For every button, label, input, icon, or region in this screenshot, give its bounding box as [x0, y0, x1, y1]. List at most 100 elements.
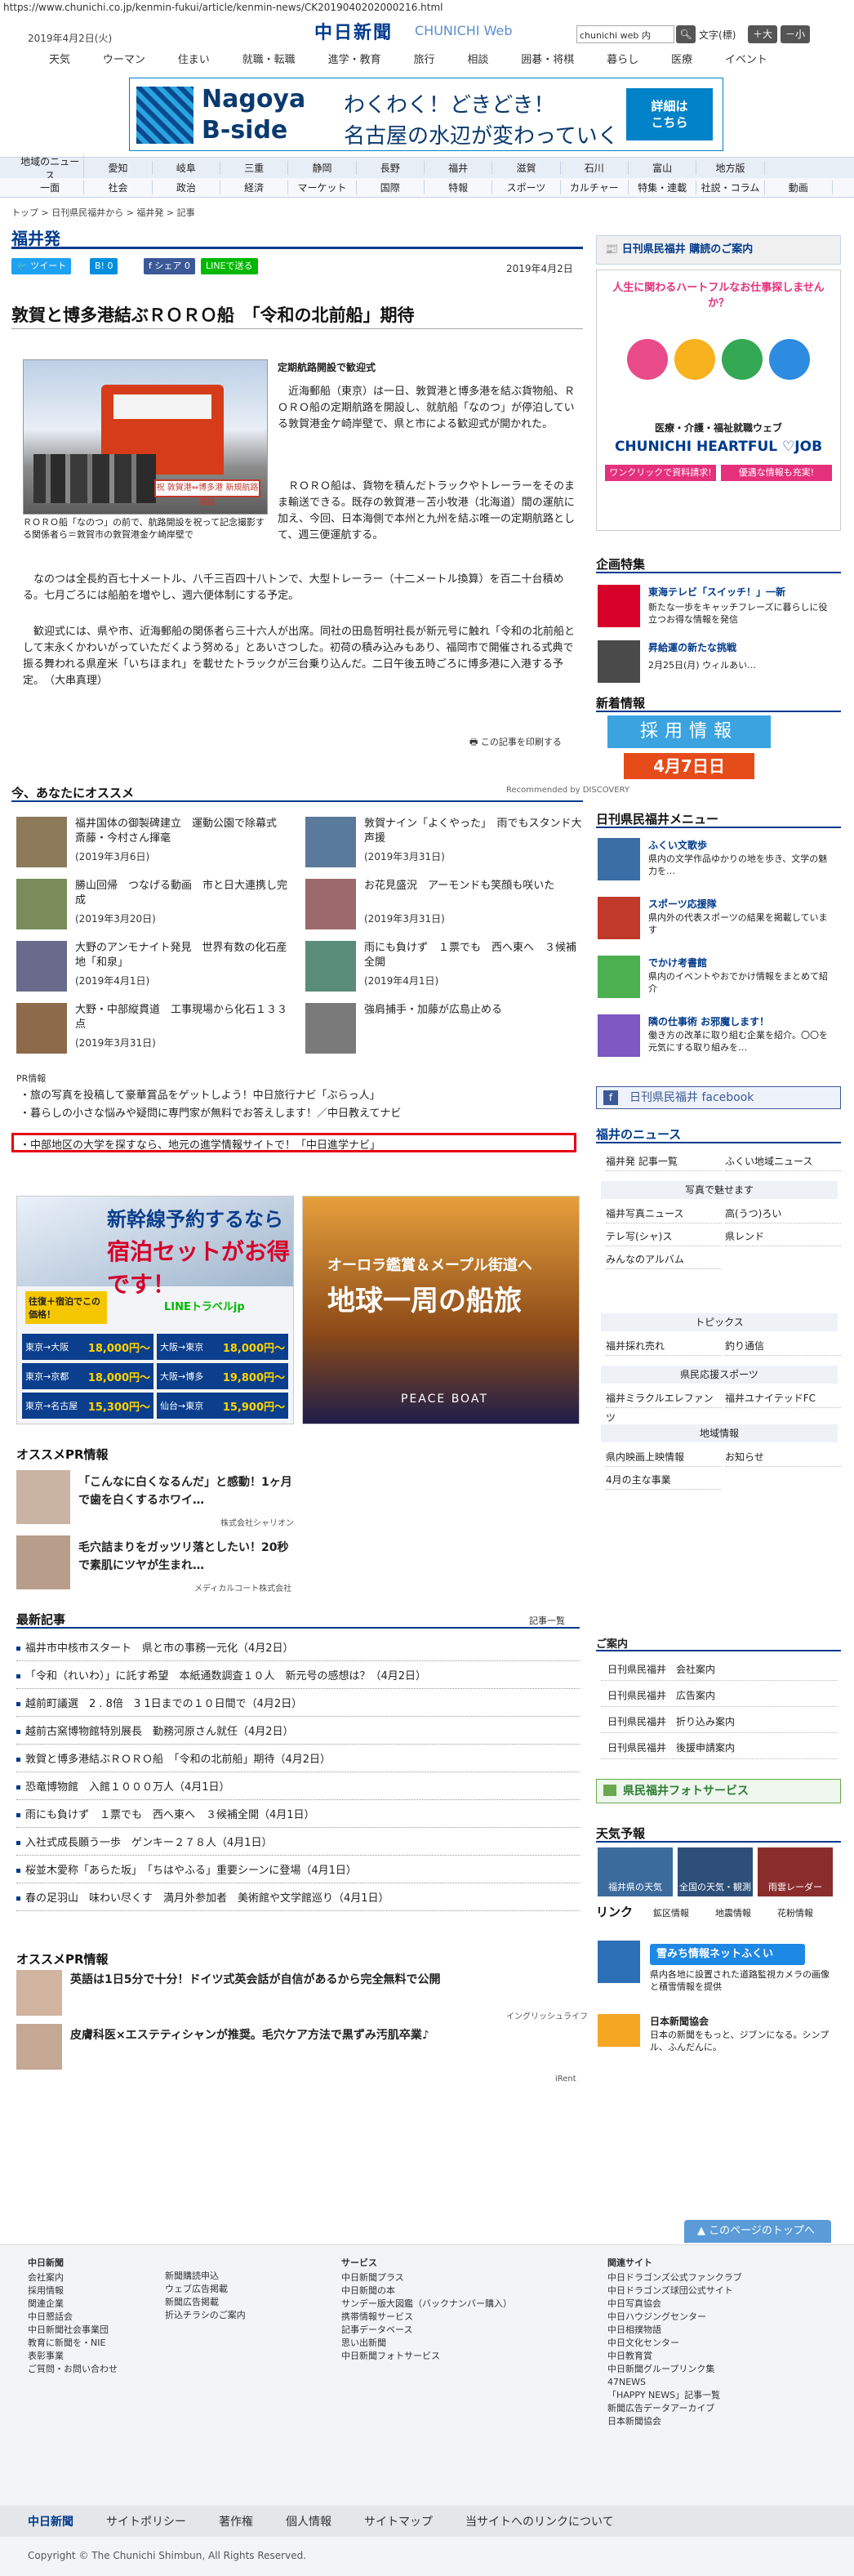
tenki-button[interactable]: 福井県の天気 [598, 1847, 673, 1896]
kikaku-link-1[interactable]: 東海テレビ「スイッチ！」一新 [648, 585, 836, 599]
footer-link[interactable]: ウェブ広告掲載 [165, 2283, 246, 2296]
category-nav-item[interactable]: 特集・連載 [629, 180, 697, 194]
side-link[interactable]: ふくい地域ニュース [725, 1152, 841, 1171]
footer-bar-link[interactable]: 著作権 [219, 2513, 253, 2529]
snow-thumb[interactable] [598, 1941, 640, 1983]
footer-link[interactable]: 思い出新聞 [341, 2337, 512, 2350]
tweet-button[interactable]: 🐦 ツイート [11, 258, 72, 274]
footer-bar-link[interactable]: 個人情報 [286, 2513, 331, 2529]
banner-ad[interactable]: Nagoya B-side わくわく！どきどき！ 名古屋の水辺が変わっていく 詳… [129, 78, 723, 151]
footer-link[interactable]: 中日相撲物語 [607, 2324, 742, 2337]
pr-link-1[interactable]: ・旅の写真を投稿して豪華賞品をゲットしよう！中日旅行ナビ「ぶらっ人」 [20, 1086, 380, 1102]
peaceboat-ad[interactable]: オーロラ鑑賞＆メープル街道へ 地球一周の船旅 PEACE BOAT [302, 1196, 580, 1424]
region-nav-item[interactable]: 岐阜 [153, 161, 220, 175]
category-nav-item[interactable]: 経済 [220, 180, 289, 194]
link-item[interactable]: 地震情報 [715, 1906, 751, 1919]
recommend-thumb[interactable] [16, 817, 67, 867]
annai-link[interactable]: 日刊県民福井 会社案内 [601, 1658, 838, 1681]
latest-item[interactable]: 春の足羽山 味わい尽くす 満月外参加者 美術館や文学館巡り（4月1日） [16, 1887, 580, 1911]
kikaku-thumb-1[interactable] [598, 585, 640, 627]
pr3-link-1[interactable]: 英語は1日5分で十分！ドイツ式英会話が自信があるから完全無料で公開 [70, 1972, 576, 1988]
top-nav-item[interactable]: 天気 [49, 51, 70, 69]
region-nav-item[interactable]: 富山 [629, 161, 697, 175]
recommend-item[interactable]: 敦賀ナイン「よくやった」 雨でもスタンド大声援 (2019年3月31日) [305, 817, 583, 874]
region-nav-item[interactable]: 地方版 [696, 161, 765, 175]
latest-item-text[interactable]: 桜並木愛称「あらた坂」 「ちはやふる」重要シーンに登場（4月1日） [25, 1865, 357, 1877]
latest-item[interactable]: 雨にも負けず １票でも 西へ東へ ３候補全開（4月1日） [16, 1803, 580, 1828]
pr2-link-1[interactable]: 「こんなに白くなるんだ」と感動！1ヶ月で歯を白くするホワイ… [78, 1473, 299, 1509]
top-nav-item[interactable]: 旅行 [413, 51, 434, 69]
latest-item-text[interactable]: 入社式成長願う一歩 ゲンキー２７８人（4月1日） [25, 1837, 273, 1849]
region-nav-item[interactable]: 愛知 [84, 161, 153, 175]
kyokai-link[interactable]: 日本新聞協会 [650, 2014, 838, 2028]
subscribe-link[interactable]: 📰 日刊県民福井 購読のご案内 [596, 235, 841, 265]
menu-link[interactable]: 隣の仕事術 お邪魔します！ [648, 1014, 836, 1028]
footer-link[interactable]: 採用情報 [28, 2284, 118, 2297]
footer-link[interactable]: 「HAPPY NEWS」記事一覧 [607, 2389, 742, 2402]
heartful-job-ad[interactable]: 人生に関わるハートフルなお仕事探しませんか？ 医療・介護・福祉就職ウェブ CHU… [596, 270, 841, 531]
recommend-link[interactable]: 強肩捕手・加藤が広島止める [364, 1003, 585, 1018]
menu-thumb[interactable] [598, 956, 640, 998]
latest-item[interactable]: 恐竜博物館 入館１０００万人（4月1日） [16, 1776, 580, 1800]
top-nav-item[interactable]: 暮らし [607, 51, 638, 69]
footer-link[interactable]: 47NEWS [607, 2376, 742, 2389]
recommend-thumb[interactable] [16, 879, 67, 929]
category-nav-item[interactable]: 政治 [153, 180, 220, 194]
kyokai-thumb[interactable] [598, 2014, 640, 2047]
menu-thumb[interactable] [598, 1014, 640, 1057]
latest-item[interactable]: 越前古窯博物館特別展長 勤務河原さん就任（4月2日） [16, 1720, 580, 1745]
recommend-link[interactable]: 大野のアンモナイト発見 世界有数の化石産地「和泉」 [75, 941, 296, 970]
recommend-thumb[interactable] [16, 941, 67, 992]
annai-link[interactable]: 日刊県民福井 折り込み案内 [601, 1710, 838, 1733]
footer-link[interactable]: 中日懇話会 [28, 2311, 118, 2324]
footer-link[interactable]: 携帯情報サービス [341, 2311, 512, 2324]
pr2-thumb-1[interactable] [16, 1470, 70, 1524]
latest-item-text[interactable]: 福井市中核市スタート 県と市の事務一元化（4月2日） [25, 1642, 294, 1655]
pr-link-2[interactable]: ・暮らしの小さな悩みや疑問に専門家が無料でお答えします！／中日教えてナビ [20, 1104, 401, 1120]
footer-link[interactable]: 中日新聞プラス [341, 2271, 512, 2284]
footer-link[interactable]: サンデー版大図鑑（バックナンバー購入） [341, 2297, 512, 2311]
latest-item-text[interactable]: 越前町議選 2 . 8倍 3 1日までの１０日間で（4月2日） [25, 1698, 302, 1710]
shinkansen-ad[interactable]: 新幹線予約するなら 宿泊セットがお得です！ 往復＋宿泊でこの価格！ LINEトラ… [16, 1196, 294, 1424]
annai-link[interactable]: 日刊県民福井 後援申請案内 [601, 1736, 838, 1759]
latest-item[interactable]: 入社式成長願う一歩 ゲンキー２７８人（4月1日） [16, 1831, 580, 1856]
latest-item[interactable]: 越前町議選 2 . 8倍 3 1日までの１０日間で（4月2日） [16, 1692, 580, 1717]
category-nav-item[interactable]: マーケット [288, 180, 357, 194]
footer-link[interactable]: 関連企業 [28, 2297, 118, 2311]
latest-item-text[interactable]: 敦賀と博多港結ぶＲＯＲＯ船 「令和の北前船」期待（4月2日） [25, 1754, 331, 1766]
side-link[interactable]: 県内映画上映情報 [606, 1447, 722, 1467]
footer-link[interactable]: 中日教育賞 [607, 2350, 742, 2363]
footer-link[interactable]: 中日新聞グループリンク集 [607, 2363, 742, 2376]
hatena-button[interactable]: B! 0 [90, 258, 118, 274]
recommend-item[interactable]: お花見盛況 アーモンドも笑顔も咲いた (2019年3月31日) [305, 879, 583, 936]
footer-link[interactable]: 中日新聞フォトサービス [341, 2350, 512, 2363]
menu-thumb[interactable] [598, 838, 640, 880]
font-large-button[interactable]: ＋大 [748, 25, 777, 43]
footer-link[interactable]: 会社案内 [28, 2271, 118, 2284]
top-nav-item[interactable]: 相談 [467, 51, 488, 69]
menu-link[interactable]: ふくい文歌歩 [648, 838, 836, 852]
footer-bar-link[interactable]: サイトポリシー [106, 2513, 186, 2529]
category-nav-item[interactable]: スポーツ [492, 180, 561, 194]
latest-item-text[interactable]: 「令和（れいわ）」に託す希望 本紙通数調査１０人 新元号の感想は？（4月2日） [25, 1670, 426, 1682]
footer-link[interactable]: 日本新聞協会 [607, 2415, 742, 2428]
region-nav-item[interactable]: 長野 [357, 161, 425, 175]
footer-link[interactable]: ご質問・お問い合わせ [28, 2363, 118, 2376]
article-photo[interactable]: 祝 敦賀港⇔博多港 新規航路開設 [23, 359, 268, 515]
print-link[interactable]: 🖶 この記事を印刷する [469, 735, 562, 751]
region-nav-item[interactable]: 滋賀 [492, 161, 561, 175]
site-logo-web[interactable]: CHUNICHI Web [415, 23, 513, 38]
category-nav-item[interactable]: 社会 [84, 180, 153, 194]
side-link[interactable]: テレ写(シャ)ス [606, 1227, 722, 1246]
recommend-thumb[interactable] [16, 1003, 67, 1054]
pr3-thumb-1[interactable] [16, 1970, 62, 2016]
side-link[interactable]: 福井採れ売れ [606, 1336, 722, 1356]
facebook-link[interactable]: f 日刊県民福井 facebook [596, 1086, 841, 1109]
side-link[interactable]: 4月の主な事業 [606, 1470, 722, 1490]
heartful-ad-cta[interactable]: ワンクリックで資料請求! [605, 465, 716, 481]
pr-link-3[interactable]: ・中部地区の大学を探すなら、地元の進学情報サイトで！「中日進学ナビ」 [20, 1136, 380, 1152]
region-nav-item[interactable]: 福井 [425, 161, 493, 175]
category-nav-item[interactable]: カルチャー [561, 180, 629, 194]
search-input[interactable]: chunichi web 内 [576, 25, 674, 43]
footer-link[interactable]: 教育に新聞を・NIE [28, 2337, 118, 2350]
